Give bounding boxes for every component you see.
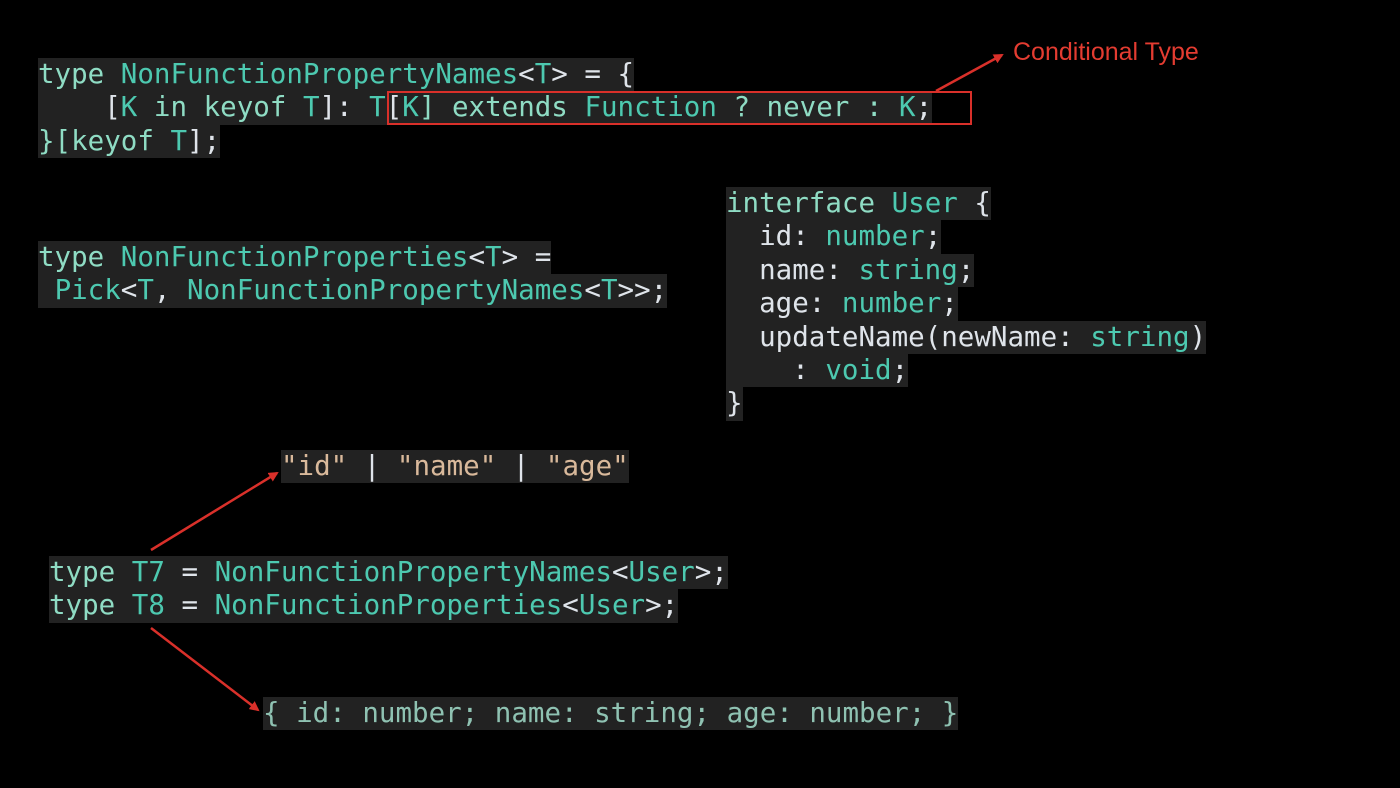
arrow-to-property-names-result xyxy=(150,471,279,552)
annotation-arrows xyxy=(150,53,1004,712)
arrow-to-object-result xyxy=(150,627,260,712)
arrow-to-conditional-label xyxy=(935,53,1004,93)
